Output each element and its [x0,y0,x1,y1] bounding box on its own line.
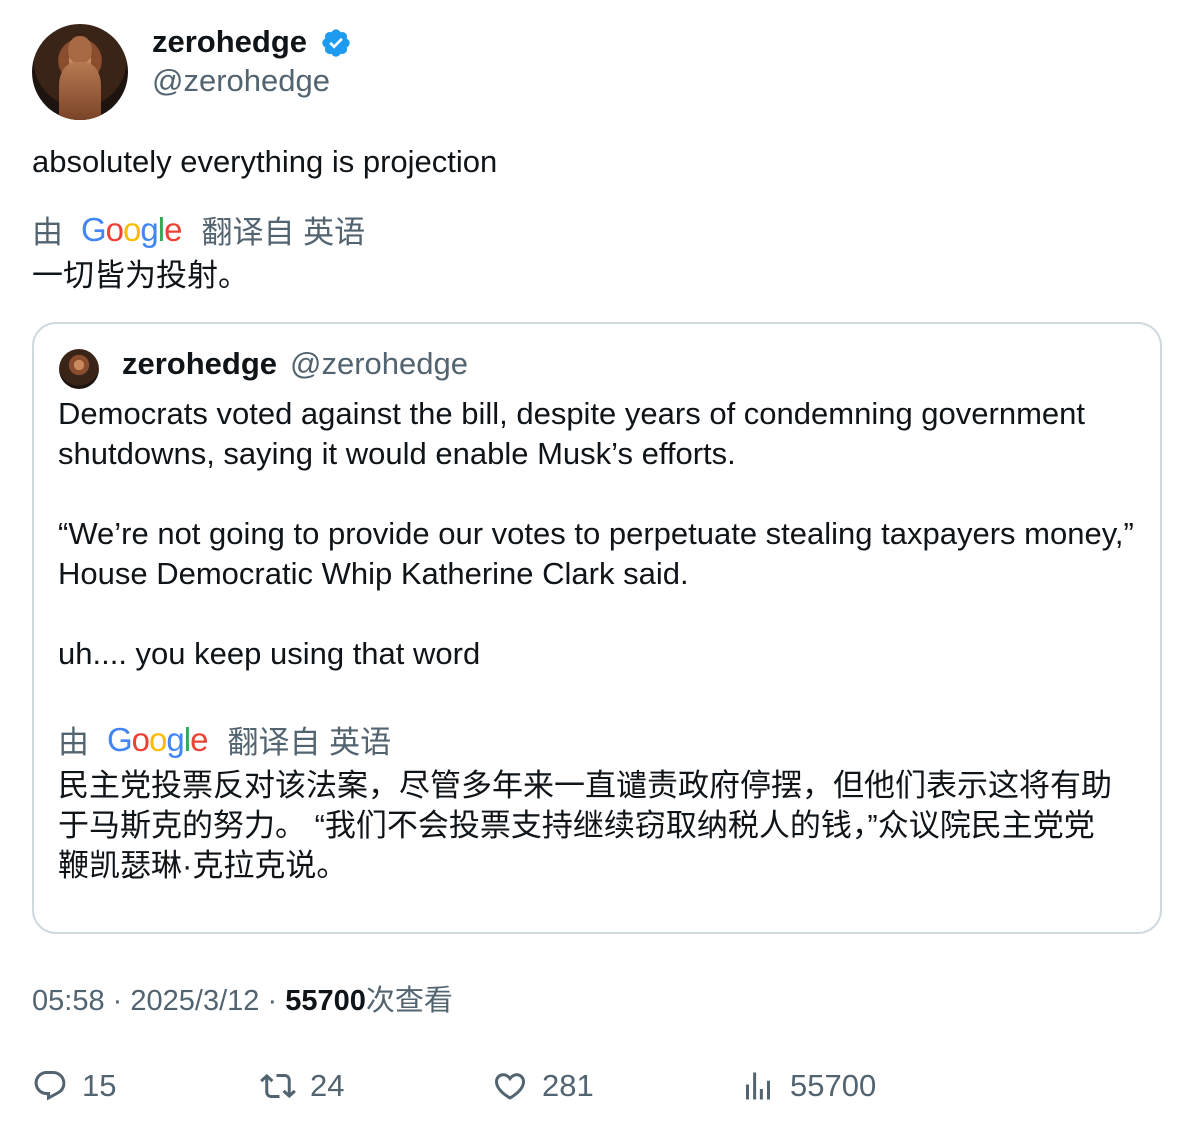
like-count: 281 [542,1068,594,1103]
reply-count: 15 [82,1068,117,1103]
author-name[interactable]: zerohedge [152,22,307,62]
views-label: 次查看 [365,985,453,1017]
translation-by-label: 由 [32,215,63,250]
quoted-author-name: zerohedge [122,346,278,381]
quoted-paragraph: “We’re not going to provide our votes to… [58,516,1134,591]
meta-separator: · [267,985,278,1017]
translated-text: 一切皆为投射。 [32,258,249,293]
quoted-author-handle: @zerohedge [290,346,468,381]
reply-icon [34,1071,66,1101]
like-button[interactable]: 281 [492,1068,594,1104]
verified-badge-icon [322,29,350,57]
google-logo: Google [81,210,182,248]
action-bar: 15 24 281 55700 [0,1068,1196,1112]
retweet-button[interactable]: 24 [260,1068,344,1104]
quoted-paragraph: Democrats voted against the bill, despit… [58,396,1086,471]
heart-icon [494,1073,526,1100]
tweet-time[interactable]: 05:58 [32,985,105,1017]
quoted-tweet-body: Democrats voted against the bill, despit… [58,394,1148,714]
retweet-icon [260,1073,296,1099]
avatar-figure-torso [58,62,102,120]
google-logo: Google [107,720,208,758]
translated-from-label: 翻译自 英语 [227,725,392,760]
retweet-count: 24 [310,1068,345,1103]
views-count: 55700 [285,985,366,1017]
quoted-translated-text: 民主党投票反对该法案，尽管多年来一直谴责政府停摆，但他们表示这将有助于马斯克的努… [58,768,1112,883]
avatar-figure-head [68,35,92,65]
tweet-date[interactable]: 2025/3/12 [130,985,259,1017]
author-handle[interactable]: @zerohedge [152,61,330,101]
meta-separator: · [112,985,123,1017]
translated-from-label: 翻译自 英语 [201,215,366,250]
tweet-meta: 05:58 · 2025/3/12 · 55700次查看 [32,981,453,1021]
analytics-icon [746,1072,770,1100]
tweet-text: absolutely everything is projection [32,144,498,179]
translation-by-label: 由 [58,725,89,760]
reply-button[interactable]: 15 [32,1068,116,1104]
quoted-translation-attribution: 由 Google 翻译自 英语 [58,717,391,762]
quoted-author-avatar [59,349,99,389]
views-button[interactable]: 55700 [740,1068,876,1104]
translation-attribution: 由 Google 翻译自 英语 [32,207,365,252]
views-action-count: 55700 [790,1068,877,1103]
quoted-tweet-card[interactable]: zerohedge @zerohedge Democrats voted aga… [32,322,1162,934]
author-avatar[interactable] [32,24,128,120]
quoted-paragraph: uh.... you keep using that word [58,636,481,671]
